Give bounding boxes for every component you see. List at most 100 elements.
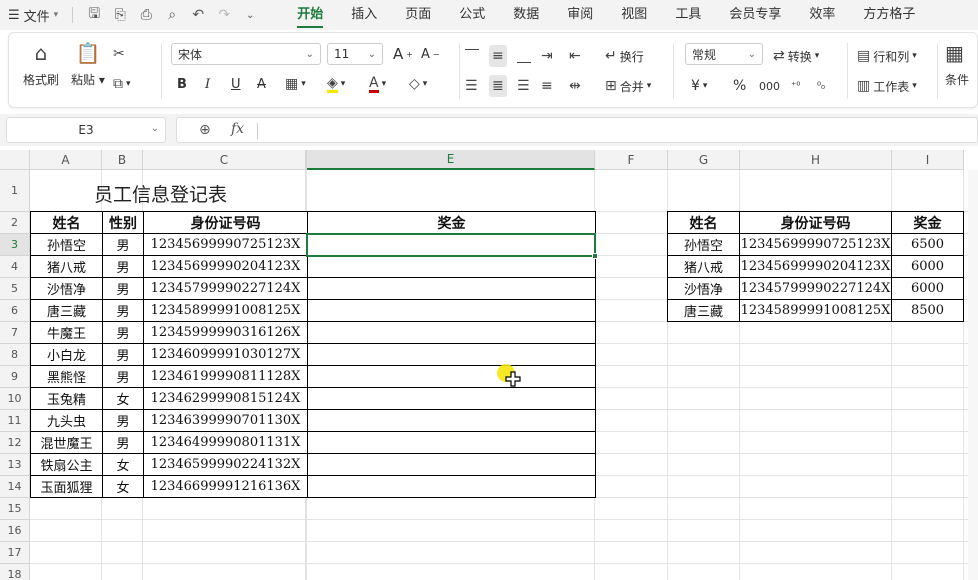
font-name-select[interactable]: 宋体 ⌄ bbox=[171, 43, 321, 65]
table-cell[interactable]: 九头虫 bbox=[30, 409, 103, 432]
table-cell[interactable] bbox=[307, 343, 596, 366]
convert-button[interactable]: ⇄ 转换 ▾ bbox=[773, 45, 819, 67]
table-cell[interactable]: 8500 bbox=[891, 299, 964, 322]
table-cell[interactable]: 猪八戒 bbox=[30, 255, 103, 278]
table-cell[interactable]: 12345699990725123X bbox=[739, 233, 892, 256]
column-header-C[interactable]: C bbox=[143, 150, 306, 170]
table-cell[interactable]: 女 bbox=[102, 453, 144, 476]
row-header-18[interactable]: 18 bbox=[0, 564, 30, 580]
table-cell[interactable]: 混世魔王 bbox=[30, 431, 103, 454]
table-cell[interactable]: 男 bbox=[102, 409, 144, 432]
header-cell[interactable]: 身份证号码 bbox=[143, 211, 308, 234]
tab-0[interactable]: 开始 bbox=[283, 0, 337, 30]
header-cell[interactable]: 姓名 bbox=[30, 211, 103, 234]
table-cell[interactable]: 男 bbox=[102, 343, 144, 366]
cut-button[interactable]: ✂ bbox=[113, 43, 125, 65]
font-grow-button[interactable]: A + bbox=[393, 43, 413, 65]
table-cell[interactable]: 12345899991008125X bbox=[143, 299, 308, 322]
font-size-select[interactable]: 11 ⌄ bbox=[327, 43, 383, 65]
file-menu[interactable]: ☰ 文件 ▾ bbox=[0, 0, 66, 30]
header-cell[interactable]: 姓名 bbox=[667, 211, 740, 234]
table-cell[interactable]: 男 bbox=[102, 277, 144, 300]
row-header-4[interactable]: 4 bbox=[0, 256, 30, 278]
borders-button[interactable]: ▦ ▾ bbox=[285, 73, 306, 95]
table-cell[interactable]: 6000 bbox=[891, 255, 964, 278]
table-cell[interactable]: 12346499990801131X bbox=[143, 431, 308, 454]
table-cell[interactable]: 黑熊怪 bbox=[30, 365, 103, 388]
tab-9[interactable]: 效率 bbox=[795, 0, 849, 30]
table-cell[interactable]: 12346599990224132X bbox=[143, 453, 308, 476]
table-cell[interactable] bbox=[307, 233, 596, 256]
align-middle-button[interactable]: ≡ bbox=[489, 45, 507, 67]
font-shrink-button[interactable]: A − bbox=[421, 43, 440, 65]
formula-input[interactable]: ⊕ fx bbox=[176, 117, 978, 143]
table-cell[interactable]: 男 bbox=[102, 365, 144, 388]
align-top-button[interactable]: ⎺ bbox=[465, 45, 479, 67]
indent-button[interactable]: ⇥ bbox=[541, 45, 553, 67]
print-preview-icon[interactable]: ⌕ bbox=[163, 6, 181, 24]
header-cell[interactable]: 奖金 bbox=[891, 211, 964, 234]
table-cell[interactable]: 铁扇公主 bbox=[30, 453, 103, 476]
row-col-button[interactable]: ▤ 行和列 ▾ bbox=[857, 45, 917, 67]
row-header-10[interactable]: 10 bbox=[0, 388, 30, 410]
table-cell[interactable]: 12345699990725123X bbox=[143, 233, 308, 256]
wrap-text-button[interactable]: ↵ 换行 bbox=[605, 45, 644, 67]
table-cell[interactable]: 12345999990316126X bbox=[143, 321, 308, 344]
table-cell[interactable]: 男 bbox=[102, 299, 144, 322]
copy-button[interactable]: ⧉ ▾ bbox=[113, 73, 131, 95]
sheet-title[interactable]: 员工信息登记表 bbox=[94, 180, 227, 207]
format-painter-button[interactable]: ⌂ 格式刷 bbox=[23, 41, 59, 88]
fill-color-button[interactable]: ◈ ▾ bbox=[327, 73, 345, 95]
row-header-9[interactable]: 9 bbox=[0, 366, 30, 388]
table-cell[interactable]: 12346699991216136X bbox=[143, 475, 308, 498]
export-pdf-icon[interactable]: ⎘ bbox=[111, 6, 129, 24]
table-cell[interactable] bbox=[307, 409, 596, 432]
table-cell[interactable] bbox=[307, 299, 596, 322]
row-header-11[interactable]: 11 bbox=[0, 410, 30, 432]
table-cell[interactable]: 男 bbox=[102, 233, 144, 256]
table-cell[interactable]: 牛魔王 bbox=[30, 321, 103, 344]
table-cell[interactable]: 12346299990815124X bbox=[143, 387, 308, 410]
tab-6[interactable]: 视图 bbox=[607, 0, 661, 30]
save-icon[interactable]: 🖫 bbox=[85, 6, 103, 24]
table-cell[interactable]: 沙悟净 bbox=[30, 277, 103, 300]
merge-button[interactable]: ⊞ 合并 ▾ bbox=[605, 75, 651, 97]
redo-icon[interactable]: ↷ bbox=[215, 6, 233, 24]
header-cell[interactable]: 性别 bbox=[102, 211, 144, 234]
row-header-17[interactable]: 17 bbox=[0, 542, 30, 564]
align-bottom-button[interactable]: ⎽ bbox=[517, 45, 531, 67]
font-color-button[interactable]: A ▾ bbox=[369, 73, 386, 95]
tab-8[interactable]: 会员专享 bbox=[715, 0, 795, 30]
name-box[interactable]: E3 ⌄ bbox=[6, 117, 166, 143]
tab-10[interactable]: 方方格子 bbox=[849, 0, 929, 30]
conditional-format-button[interactable]: ▦ 条件 bbox=[945, 41, 969, 88]
table-cell[interactable] bbox=[307, 277, 596, 300]
table-cell[interactable]: 男 bbox=[102, 321, 144, 344]
zoom-icon[interactable]: ⊕ bbox=[199, 122, 211, 138]
align-center-button[interactable]: ≣ bbox=[489, 75, 507, 97]
row-header-3[interactable]: 3 bbox=[0, 234, 30, 256]
row-header-14[interactable]: 14 bbox=[0, 476, 30, 498]
print-icon[interactable]: ⎙ bbox=[137, 6, 155, 24]
row-header-7[interactable]: 7 bbox=[0, 322, 30, 344]
table-cell[interactable]: 唐三藏 bbox=[667, 299, 740, 322]
tab-2[interactable]: 页面 bbox=[391, 0, 445, 30]
table-cell[interactable]: 孙悟空 bbox=[667, 233, 740, 256]
header-cell[interactable]: 身份证号码 bbox=[739, 211, 892, 234]
select-all-corner[interactable] bbox=[0, 150, 30, 170]
percent-button[interactable]: % bbox=[733, 75, 746, 97]
table-cell[interactable] bbox=[307, 431, 596, 454]
table-cell[interactable]: 6000 bbox=[891, 277, 964, 300]
row-header-2[interactable]: 2 bbox=[0, 212, 30, 234]
table-cell[interactable] bbox=[307, 365, 596, 388]
tab-4[interactable]: 数据 bbox=[499, 0, 553, 30]
strikethrough-button[interactable]: A bbox=[257, 73, 266, 95]
currency-button[interactable]: ¥ ▾ bbox=[691, 75, 707, 97]
increase-decimal-button[interactable]: ⁺⁰ bbox=[791, 75, 800, 97]
header-cell[interactable]: 奖金 bbox=[307, 211, 596, 234]
outdent-button[interactable]: ⇤ bbox=[569, 45, 581, 67]
table-cell[interactable]: 12345799990227124X bbox=[143, 277, 308, 300]
table-cell[interactable]: 12345799990227124X bbox=[739, 277, 892, 300]
row-header-12[interactable]: 12 bbox=[0, 432, 30, 454]
table-cell[interactable]: 12346099991030127X bbox=[143, 343, 308, 366]
